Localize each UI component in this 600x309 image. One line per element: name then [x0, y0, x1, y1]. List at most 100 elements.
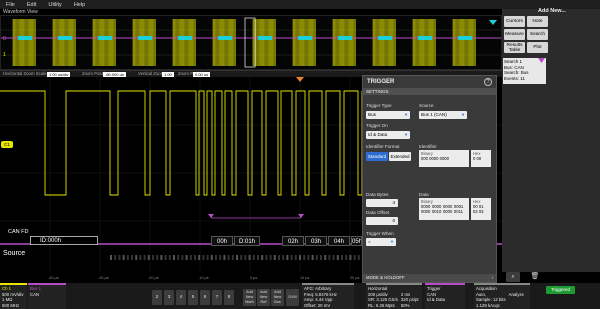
- menu-file[interactable]: File: [0, 2, 21, 8]
- results-table-button[interactable]: Results Table: [504, 42, 525, 53]
- ch1-label[interactable]: C1: [1, 141, 13, 148]
- source-bit-mark: [265, 255, 268, 260]
- horizontal-badge[interactable]: Horizontal 200 µs/div SR: 3.125 GS/s RL:…: [366, 283, 422, 309]
- add-new-ref-button[interactable]: Add New Ref: [257, 289, 270, 306]
- data-bytes-field[interactable]: 4: [366, 199, 398, 207]
- menu-bar: File Edit Utility Help: [0, 0, 600, 9]
- decode-byte-1[interactable]: D:01h: [234, 236, 260, 246]
- channel-8-button[interactable]: 8: [224, 290, 234, 305]
- source-bit-mark: [324, 255, 327, 260]
- menu-help[interactable]: Help: [68, 2, 91, 8]
- add-new-math-button[interactable]: Add New Math: [243, 289, 256, 306]
- source-bit-mark: [278, 255, 280, 260]
- source-value: Bus 1 (CAN): [421, 112, 447, 117]
- source-bit-mark: [194, 255, 196, 260]
- source-bit-mark: [328, 255, 331, 260]
- trigger-when-dropdown[interactable]: = ▼: [366, 238, 396, 246]
- channel-2-button[interactable]: 2: [152, 290, 162, 305]
- overview-decode-mark: [18, 36, 32, 40]
- acquisition-sample: Sample: 12 bits: [476, 297, 506, 302]
- decode-byte-0[interactable]: 00h: [211, 236, 233, 246]
- trash-icon[interactable]: 🗑: [530, 272, 540, 282]
- standard-option[interactable]: Standard: [366, 152, 388, 161]
- settings-section: SETTINGS: [363, 88, 496, 95]
- source-bit-mark: [223, 255, 226, 260]
- channel-4-button[interactable]: 4: [176, 290, 186, 305]
- zoom-magnifier-icon[interactable]: ⌕: [506, 272, 520, 282]
- add-bus-l3: Bus: [274, 300, 281, 304]
- help-icon[interactable]: ?: [484, 78, 492, 86]
- decode-byte-5[interactable]: 05h: [351, 236, 362, 246]
- chevron-down-icon: ▼: [404, 112, 408, 117]
- source-dropdown[interactable]: Bus 1 (CAN) ▼: [419, 111, 467, 119]
- source-label: Source: [3, 250, 26, 257]
- source-bit-mark: [332, 255, 335, 260]
- channel-7-button[interactable]: 7: [212, 290, 222, 305]
- channel-3-button[interactable]: 3: [164, 290, 174, 305]
- source-bit-mark: [231, 255, 234, 260]
- trigger-badge[interactable]: Trigger CAN Id & Data: [425, 283, 465, 309]
- ch1-bandwidth: 500 MHz: [2, 302, 20, 308]
- data-binary-value: 0000 0000 0000 0001 0000 0010 0000 0011: [421, 204, 464, 214]
- horizontal-position: 50%: [400, 302, 410, 308]
- source-bit-mark: [307, 255, 310, 260]
- cursors-button[interactable]: Cursors: [504, 16, 525, 27]
- bus-id-decode[interactable]: ID:000h: [30, 236, 98, 245]
- svg-text:1: 1: [3, 52, 6, 58]
- identifier-hex-field[interactable]: Hex 0 00: [471, 150, 491, 167]
- data-hex-field[interactable]: Hex 00 01 02 03: [471, 198, 491, 220]
- source-bit-mark: [215, 255, 217, 260]
- source-bit-mark: [156, 255, 159, 260]
- acquisition-count: 1.129 kAcqs: [476, 302, 500, 308]
- data-binary-field[interactable]: Binary 0000 0000 0000 0001 0000 0010 000…: [419, 198, 469, 220]
- plot-button[interactable]: Plot: [527, 42, 548, 53]
- source-bit-mark: [345, 255, 348, 260]
- trigger-dialog: TRIGGER ? SETTINGS Trigger Type Bus ▼ So…: [362, 75, 497, 283]
- trigger-title: TRIGGER: [367, 79, 395, 85]
- afg-badge[interactable]: AFG: Arbitrary Freq: 5.8476 kHz Amp: 4.4…: [302, 283, 354, 309]
- identifier-binary-field[interactable]: Binary 000 0000 0000: [419, 150, 469, 167]
- decode-byte-3[interactable]: 03h: [305, 236, 327, 246]
- ch1-badge[interactable]: Ch 1 500 mV/div 1 MΩ 500 MHz: [0, 283, 27, 309]
- trigger-when-value: =: [368, 239, 371, 244]
- channel-5-button[interactable]: 5: [188, 290, 198, 305]
- decode-byte-4[interactable]: 04h: [328, 236, 350, 246]
- source-bit-mark: [206, 255, 209, 260]
- add-new-bus-button[interactable]: Add New Bus: [271, 289, 284, 306]
- add-new-title: Add New...: [538, 8, 566, 14]
- add-ref-l3: Ref: [260, 300, 267, 304]
- mode-holdoff-label: MODE & HOLDOFF: [366, 275, 405, 280]
- menu-utility[interactable]: Utility: [42, 2, 67, 8]
- acquisition-badge[interactable]: Acquisition Auto, Sample: 12 bits 1.129 …: [474, 283, 530, 309]
- measure-button[interactable]: Measure: [504, 29, 525, 40]
- source-bit-mark: [143, 255, 146, 260]
- data-offset-field[interactable]: 0: [366, 217, 398, 225]
- decode-byte-2[interactable]: 02h: [282, 236, 304, 246]
- source-bit-mark: [177, 255, 180, 260]
- acquisition-analyze: Analyze: [508, 291, 524, 297]
- overview-waveform[interactable]: B 1: [0, 15, 502, 70]
- time-tick: 20 µs: [350, 276, 360, 280]
- bus1-badge[interactable]: Bus 1 CAN: [28, 283, 66, 309]
- horizontal-record-length: RL: 6.25 Mpts: [368, 302, 395, 308]
- source-bit-mark: [185, 255, 188, 260]
- mode-holdoff-bar[interactable]: MODE & HOLDOFF ›: [363, 274, 496, 282]
- note-button[interactable]: Note: [527, 16, 548, 27]
- extended-option[interactable]: Extended: [389, 152, 411, 161]
- dvm-button[interactable]: DVM: [286, 289, 299, 306]
- time-tick: -40 µs: [48, 276, 59, 280]
- chevron-down-icon: ▼: [461, 112, 465, 117]
- identifier-hex-value: 0 00: [473, 156, 482, 161]
- afg-offset: Offset: 20 mV: [304, 302, 331, 308]
- channel-6-button[interactable]: 6: [200, 290, 210, 305]
- source-bit-mark: [122, 255, 125, 260]
- overview-decode-mark: [418, 36, 432, 40]
- data-hex-value: 00 01 02 03: [473, 204, 484, 214]
- overview-decode-mark: [298, 36, 312, 40]
- trigger-on-dropdown[interactable]: Id & Data ▼: [366, 131, 410, 139]
- horizontal-resolution: 320 ps/pt: [400, 297, 419, 302]
- search-button[interactable]: Search: [527, 29, 548, 40]
- trigger-type-dropdown[interactable]: Bus ▼: [366, 111, 410, 119]
- menu-edit[interactable]: Edit: [21, 2, 42, 8]
- source-bit-mark: [110, 255, 112, 260]
